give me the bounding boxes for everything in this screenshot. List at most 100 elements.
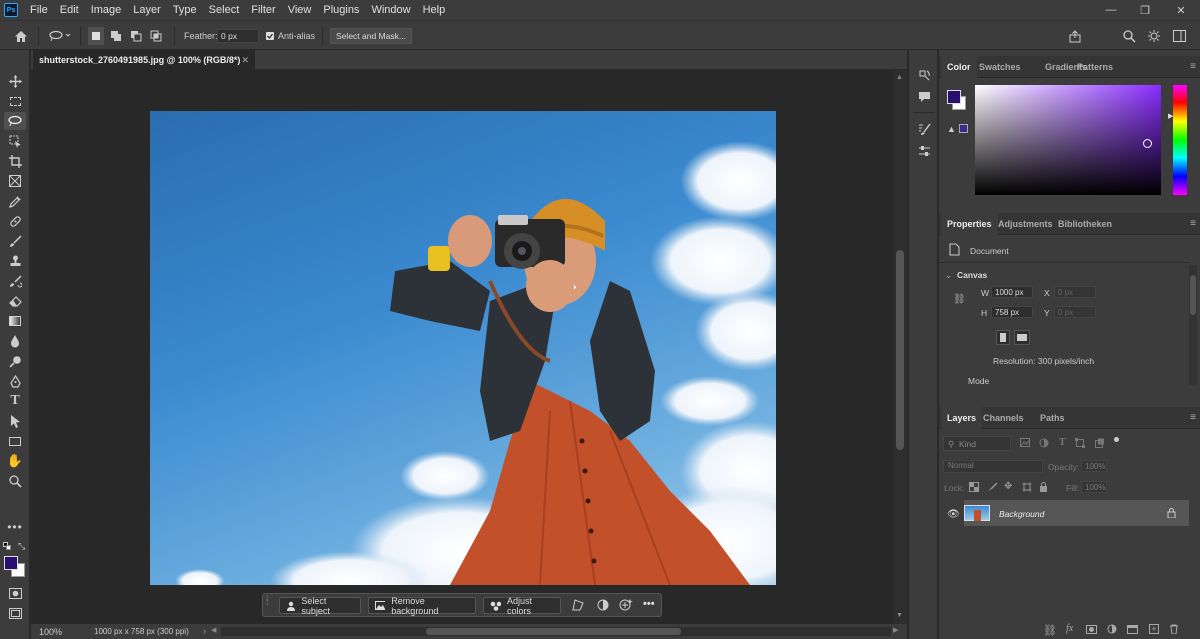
tab-layers[interactable]: Layers: [941, 407, 983, 429]
zoom-tool-icon[interactable]: [4, 472, 26, 490]
rectangle-tool-icon[interactable]: [4, 432, 26, 450]
properties-scrollbar[interactable]: [1189, 265, 1197, 385]
healing-brush-tool-icon[interactable]: [4, 212, 26, 230]
move-tool-icon[interactable]: [4, 72, 26, 90]
marquee-tool-icon[interactable]: [4, 92, 26, 110]
new-layer-icon[interactable]: +: [1149, 624, 1159, 634]
dodge-tool-icon[interactable]: [4, 352, 26, 370]
filter-pixel-icon[interactable]: [1020, 438, 1030, 448]
gamut-color-swatch[interactable]: [959, 124, 968, 133]
menu-help[interactable]: Help: [417, 0, 452, 20]
properties-scroll-thumb[interactable]: [1190, 275, 1196, 315]
lock-transparent-icon[interactable]: [969, 482, 979, 492]
adjustments-sliders-icon[interactable]: [914, 142, 934, 160]
lock-artboard-icon[interactable]: [1022, 482, 1032, 492]
lasso-tool-preset-icon[interactable]: [46, 27, 74, 45]
lock-position-icon[interactable]: ✥: [1004, 481, 1012, 492]
generative-fill-icon[interactable]: [619, 598, 635, 612]
hand-tool-icon[interactable]: ✋: [4, 452, 26, 470]
tab-properties[interactable]: Properties: [941, 213, 998, 235]
close-tab-icon[interactable]: ✕: [241, 55, 249, 66]
blend-mode-select[interactable]: Normal: [943, 460, 1043, 473]
link-dimensions-icon[interactable]: ⛓: [953, 294, 966, 305]
history-brush-tool-icon[interactable]: [4, 272, 26, 290]
default-colors-icon[interactable]: [3, 542, 11, 550]
filter-type-icon[interactable]: T: [1059, 437, 1066, 448]
fill-input[interactable]: 100%: [1081, 481, 1107, 493]
menu-filter[interactable]: Filter: [245, 0, 281, 20]
object-selection-tool-icon[interactable]: [4, 132, 26, 150]
tab-patterns[interactable]: Patterns: [1071, 56, 1119, 78]
height-input[interactable]: 758 px: [991, 306, 1033, 318]
close-button[interactable]: ✕: [1164, 0, 1198, 20]
lasso-tool-icon[interactable]: [4, 112, 26, 130]
gradient-tool-icon[interactable]: [4, 312, 26, 330]
menu-select[interactable]: Select: [203, 0, 246, 20]
zoom-level[interactable]: 100%: [39, 627, 62, 637]
scroll-down-icon[interactable]: ▼: [896, 612, 903, 619]
eyedropper-tool-icon[interactable]: [4, 192, 26, 210]
layer-name[interactable]: Background: [999, 509, 1044, 519]
pen-tool-icon[interactable]: [4, 372, 26, 390]
color-panel-fg-swatch[interactable]: [947, 90, 961, 104]
scroll-left-icon[interactable]: ◀: [211, 626, 216, 634]
quick-mask-icon[interactable]: [4, 584, 26, 602]
status-expand-icon[interactable]: ›: [203, 626, 206, 636]
tab-bibliotheken[interactable]: Bibliotheken: [1052, 213, 1118, 235]
new-group-icon[interactable]: [1127, 625, 1138, 634]
saturation-brightness-field[interactable]: [975, 85, 1161, 195]
foreground-color-swatch[interactable]: [4, 556, 18, 570]
layer-style-fx-icon[interactable]: fx: [1066, 623, 1073, 634]
scroll-right-icon[interactable]: ▶: [893, 626, 898, 634]
blur-tool-icon[interactable]: [4, 332, 26, 350]
more-tools-icon[interactable]: •••: [4, 518, 26, 536]
type-tool-icon[interactable]: T: [4, 392, 26, 410]
menu-plugins[interactable]: Plugins: [317, 0, 365, 20]
minimize-button[interactable]: —: [1094, 0, 1128, 20]
vertical-scrollbar[interactable]: ▲ ▼: [893, 70, 907, 624]
scroll-up-icon[interactable]: ▲: [896, 74, 903, 81]
tab-paths[interactable]: Paths: [1034, 407, 1071, 429]
layer-filter-kind[interactable]: ⚲ Kind: [943, 436, 1011, 451]
landscape-orientation-icon[interactable]: [1014, 330, 1030, 345]
subtract-from-selection-icon[interactable]: [128, 27, 144, 45]
hue-slider[interactable]: [1173, 85, 1187, 195]
canvas-collapse-icon[interactable]: ⌄: [945, 270, 952, 281]
filter-adjustment-icon[interactable]: [1039, 438, 1049, 448]
screen-mode-icon[interactable]: [4, 604, 26, 622]
out-of-gamut-warning-icon[interactable]: ▲: [947, 124, 956, 134]
discover-icon[interactable]: [1144, 27, 1166, 45]
tab-color[interactable]: Color: [941, 56, 977, 78]
contrast-icon[interactable]: [597, 599, 611, 613]
transform-icon[interactable]: [571, 599, 585, 613]
properties-panel-menu-icon[interactable]: ≡: [1190, 218, 1196, 229]
clone-stamp-tool-icon[interactable]: [4, 252, 26, 270]
layer-visibility-eye-icon[interactable]: 👁: [947, 509, 960, 520]
y-input[interactable]: 0 px: [1054, 306, 1096, 318]
width-input[interactable]: 1000 px: [991, 286, 1033, 298]
select-subject-button[interactable]: Select subject: [279, 596, 361, 616]
x-input[interactable]: 0 px: [1054, 286, 1096, 298]
layer-row[interactable]: Background: [964, 500, 1189, 526]
crop-tool-icon[interactable]: [4, 152, 26, 170]
lock-image-icon[interactable]: [988, 482, 998, 492]
frame-tool-icon[interactable]: [4, 172, 26, 190]
add-mask-icon[interactable]: [1086, 625, 1097, 634]
menu-edit[interactable]: Edit: [54, 0, 85, 20]
opacity-input[interactable]: 100%: [1081, 460, 1107, 472]
new-selection-icon[interactable]: [88, 27, 104, 45]
filter-smart-object-icon[interactable]: [1095, 438, 1105, 448]
tab-adjustments[interactable]: Adjustments: [992, 213, 1059, 235]
menu-window[interactable]: Window: [365, 0, 416, 20]
workspace-icon[interactable]: [1170, 27, 1188, 45]
delete-layer-icon[interactable]: [1169, 624, 1179, 635]
tab-swatches[interactable]: Swatches: [973, 56, 1027, 78]
filter-shape-icon[interactable]: [1075, 438, 1085, 448]
select-and-mask-button[interactable]: Select and Mask...: [330, 28, 412, 44]
hue-slider-marker[interactable]: ▶: [1168, 112, 1173, 120]
eraser-tool-icon[interactable]: [4, 292, 26, 310]
brush-settings-icon[interactable]: [914, 120, 934, 138]
more-options-icon[interactable]: •••: [643, 598, 657, 612]
adjust-colors-button[interactable]: Adjust colors: [483, 596, 561, 616]
filter-toggle-icon[interactable]: [1114, 437, 1119, 442]
